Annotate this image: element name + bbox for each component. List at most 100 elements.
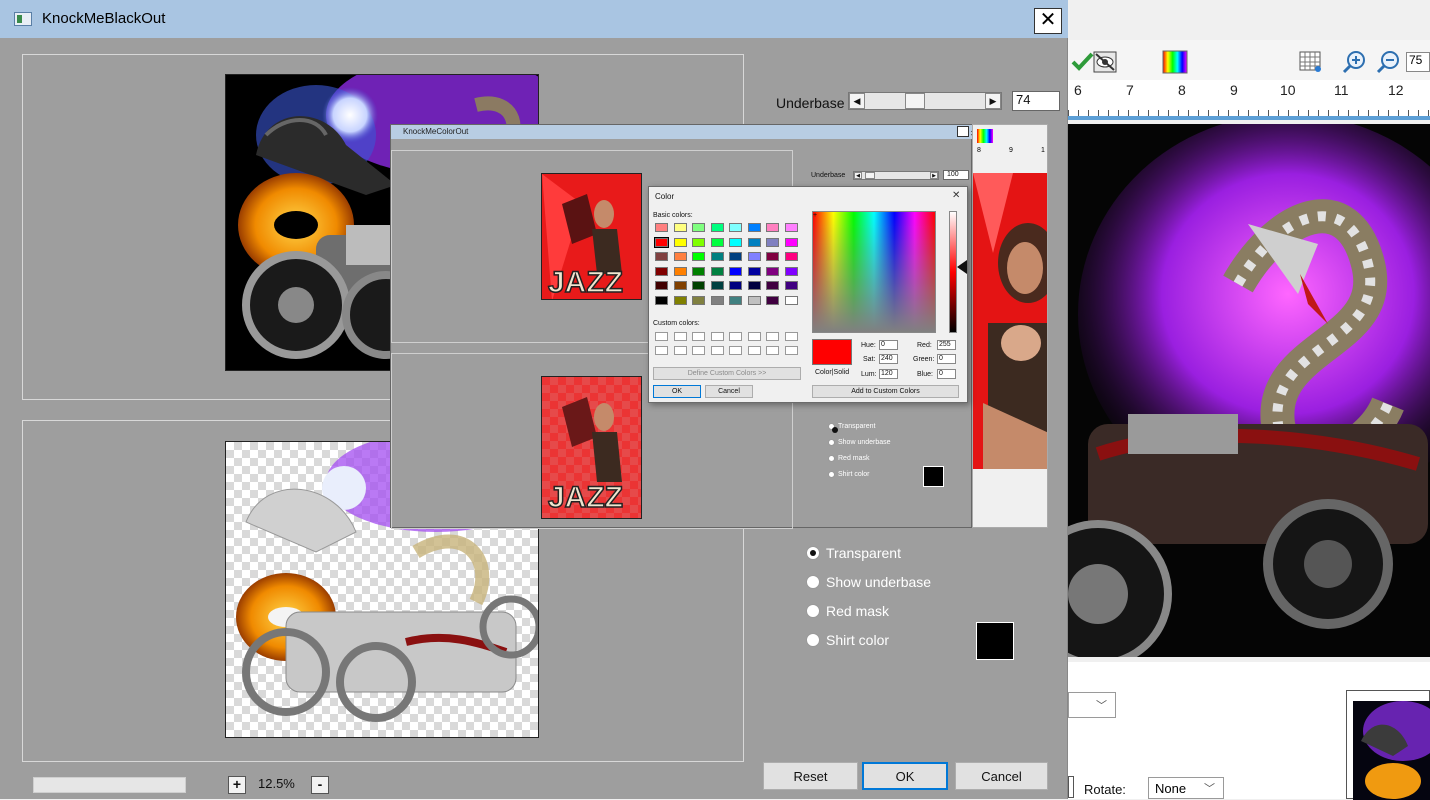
radio-button-icon[interactable] [806,633,820,647]
design-canvas[interactable] [1068,124,1430,657]
basic-color-swatch[interactable] [729,295,742,305]
basic-color-swatch[interactable] [692,281,705,290]
basic-color-swatch[interactable] [784,252,798,261]
radio-red-mask[interactable]: Red mask [828,455,870,462]
hue-input[interactable]: 0 [879,340,898,350]
basic-color-swatch[interactable] [747,295,761,305]
basic-color-swatch[interactable] [692,237,705,247]
underbase-value-field[interactable]: 74 [1012,91,1060,111]
radio-shirt-color[interactable]: Shirt color [828,471,870,478]
color-spectrum[interactable]: + [812,211,936,333]
basic-color-swatch[interactable] [673,295,687,305]
basic-color-swatch[interactable] [747,281,761,290]
luminosity-arrow-icon[interactable] [957,260,967,274]
zoom-level-field[interactable]: 75 [1406,52,1430,72]
close-button[interactable]: ✕ [957,126,977,138]
custom-color-swatch[interactable] [673,332,687,341]
basic-color-swatch[interactable] [747,252,761,261]
basic-color-swatch[interactable] [692,266,705,276]
sat-input[interactable]: 240 [879,354,898,364]
cancel-button[interactable]: Cancel [705,385,753,398]
define-custom-colors-button[interactable]: Define Custom Colors >> [653,367,801,380]
zoom-in-icon[interactable] [1342,50,1368,74]
rotate-select[interactable]: None ﹀ [1148,777,1224,799]
custom-color-swatch[interactable] [784,346,798,355]
basic-color-swatch[interactable] [692,223,705,232]
basic-color-swatch[interactable] [673,266,687,276]
custom-color-swatch[interactable] [766,332,779,341]
reset-button[interactable]: Reset [763,762,858,790]
title-bar[interactable]: KnockMeColorOut ✕ [391,125,977,139]
custom-color-swatch[interactable] [655,346,668,355]
basic-color-swatch[interactable] [673,281,687,290]
custom-color-swatch[interactable] [710,332,724,341]
basic-color-swatch[interactable] [655,281,668,290]
radio-button-icon[interactable] [806,546,820,560]
custom-color-swatch[interactable] [710,346,724,355]
basic-color-swatch[interactable] [692,295,705,305]
close-icon[interactable]: ✕ [952,190,960,201]
custom-color-swatch[interactable] [747,332,761,341]
basic-color-swatch[interactable] [747,266,761,276]
add-to-custom-colors-button[interactable]: Add to Custom Colors [812,385,959,398]
radio-transparent[interactable]: Transparent [806,545,901,561]
radio-button-icon[interactable] [806,604,820,618]
radio-button-icon[interactable] [828,455,835,462]
basic-color-swatch[interactable] [673,223,687,232]
basic-color-swatch[interactable] [766,252,779,261]
basic-color-swatch[interactable] [710,252,724,261]
custom-color-swatch[interactable] [729,346,742,355]
eye-icon[interactable] [1092,50,1118,74]
radio-button-icon[interactable] [828,423,838,433]
dropdown-partial[interactable]: ﹀ [1068,692,1116,718]
basic-color-swatch[interactable] [766,266,779,276]
radio-red-mask[interactable]: Red mask [806,603,889,619]
ok-button[interactable]: OK [653,385,701,398]
custom-color-swatch[interactable] [692,332,705,341]
slider-thumb[interactable] [865,172,875,179]
basic-color-swatch[interactable] [710,266,724,276]
basic-color-swatch[interactable] [784,281,798,290]
basic-color-swatch[interactable] [729,252,742,261]
basic-color-swatch[interactable] [654,236,669,248]
basic-color-swatch[interactable] [766,281,779,290]
basic-color-swatch[interactable] [784,295,798,305]
basic-color-swatch[interactable] [729,237,742,247]
blue-input[interactable]: 0 [937,369,956,379]
cancel-button[interactable]: Cancel [955,762,1048,790]
basic-color-swatch[interactable] [729,223,742,232]
radio-show-underbase[interactable]: Show underbase [806,574,931,590]
shirt-color-swatch[interactable] [976,622,1014,660]
custom-color-swatch[interactable] [747,346,761,355]
color-gradient-icon[interactable] [1162,50,1188,74]
basic-color-swatch[interactable] [655,266,668,276]
custom-color-swatch[interactable] [729,332,742,341]
slider-thumb[interactable] [904,93,925,109]
radio-show-underbase[interactable]: Show underbase [828,439,891,446]
red-input[interactable]: 255 [937,340,956,350]
basic-color-swatch[interactable] [710,223,724,232]
basic-color-swatch[interactable] [747,223,761,232]
basic-color-swatch[interactable] [766,295,779,305]
radio-shirt-color[interactable]: Shirt color [806,632,889,648]
custom-color-swatch[interactable] [655,332,668,341]
custom-color-swatch[interactable] [692,346,705,355]
luminosity-bar[interactable] [949,211,957,333]
green-input[interactable]: 0 [937,354,956,364]
basic-color-swatch[interactable] [710,295,724,305]
basic-color-swatch[interactable] [747,237,761,247]
basic-color-swatch[interactable] [729,266,742,276]
underbase-slider[interactable]: ◀ ▶ [853,171,939,180]
basic-color-swatch[interactable] [692,252,705,261]
slider-left-arrow-icon[interactable]: ◀ [854,172,862,179]
slider-right-arrow-icon[interactable]: ▶ [985,93,1001,109]
zoom-in-button[interactable]: + [228,776,246,794]
title-bar[interactable]: KnockMeBlackOut ✕ [0,0,1068,38]
ok-button[interactable]: OK [862,762,948,790]
radio-button-icon[interactable] [828,471,835,478]
close-button[interactable]: ✕ [1034,8,1062,34]
basic-color-swatch[interactable] [729,281,742,290]
basic-color-swatch[interactable] [673,252,687,261]
underbase-value-field[interactable]: 100 [943,170,969,180]
custom-color-swatch[interactable] [766,346,779,355]
